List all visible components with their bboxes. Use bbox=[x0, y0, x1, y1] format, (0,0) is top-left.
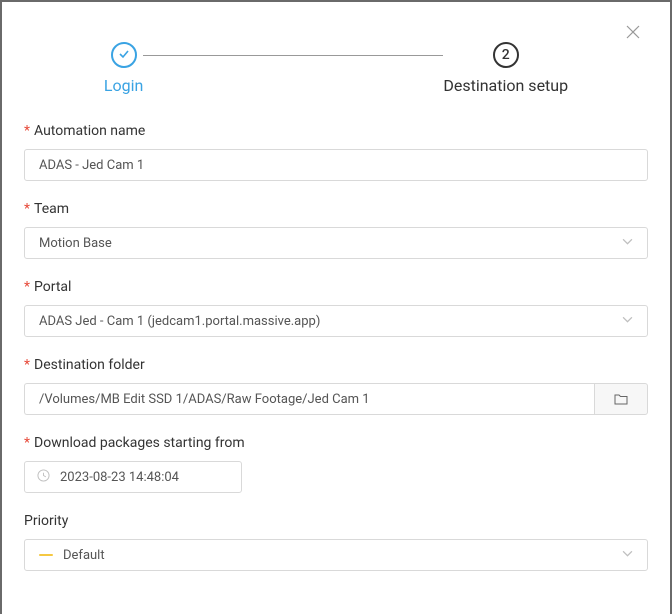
automation-name-label: *Automation name bbox=[24, 123, 648, 139]
field-automation-name: *Automation name bbox=[24, 123, 648, 181]
priority-default-icon bbox=[39, 554, 53, 556]
portal-select[interactable]: ADAS Jed - Cam 1 (jedcam1.portal.massive… bbox=[24, 305, 648, 337]
required-asterisk: * bbox=[24, 201, 30, 217]
required-asterisk: * bbox=[24, 123, 30, 139]
field-portal: *Portal ADAS Jed - Cam 1 (jedcam1.portal… bbox=[24, 279, 648, 337]
check-icon bbox=[117, 46, 131, 65]
required-asterisk: * bbox=[24, 279, 30, 295]
priority-label: Priority bbox=[24, 513, 648, 529]
modal-destination-setup: Login 2 Destination setup *Automation na… bbox=[2, 2, 670, 614]
team-select[interactable]: Motion Base bbox=[24, 227, 648, 259]
chevron-down-icon bbox=[622, 314, 633, 329]
close-icon bbox=[626, 24, 640, 43]
field-priority: Priority Default bbox=[24, 513, 648, 571]
priority-select[interactable]: Default bbox=[24, 539, 648, 571]
destination-folder-input[interactable] bbox=[24, 383, 594, 415]
step-login-circle bbox=[111, 42, 137, 68]
step-login[interactable]: Login bbox=[104, 42, 143, 95]
required-asterisk: * bbox=[24, 357, 30, 373]
download-from-label: *Download packages starting from bbox=[24, 435, 648, 451]
step-destination-label: Destination setup bbox=[443, 76, 568, 95]
portal-label: *Portal bbox=[24, 279, 648, 295]
clock-icon bbox=[37, 469, 50, 486]
step-destination-num: 2 bbox=[502, 47, 510, 63]
close-button[interactable] bbox=[626, 24, 642, 40]
chevron-down-icon bbox=[622, 548, 633, 563]
step-login-label: Login bbox=[104, 76, 143, 95]
destination-folder-label: *Destination folder bbox=[24, 357, 648, 373]
field-team: *Team Motion Base bbox=[24, 201, 648, 259]
step-destination[interactable]: 2 Destination setup bbox=[443, 42, 568, 95]
field-download-from: *Download packages starting from 2023-08… bbox=[24, 435, 648, 493]
download-from-datepicker[interactable]: 2023-08-23 14:48:04 bbox=[24, 461, 242, 493]
required-asterisk: * bbox=[24, 435, 30, 451]
team-label: *Team bbox=[24, 201, 648, 217]
chevron-down-icon bbox=[622, 236, 633, 251]
step-connector bbox=[143, 55, 443, 56]
folder-icon bbox=[614, 390, 628, 409]
download-from-value: 2023-08-23 14:48:04 bbox=[60, 470, 179, 485]
priority-select-value: Default bbox=[63, 548, 105, 563]
stepper: Login 2 Destination setup bbox=[24, 42, 648, 95]
portal-select-value: ADAS Jed - Cam 1 (jedcam1.portal.massive… bbox=[39, 314, 320, 329]
automation-name-input[interactable] bbox=[24, 149, 648, 181]
field-destination-folder: *Destination folder bbox=[24, 357, 648, 415]
team-select-value: Motion Base bbox=[39, 236, 112, 251]
browse-folder-button[interactable] bbox=[594, 383, 648, 415]
step-destination-circle: 2 bbox=[493, 42, 519, 68]
